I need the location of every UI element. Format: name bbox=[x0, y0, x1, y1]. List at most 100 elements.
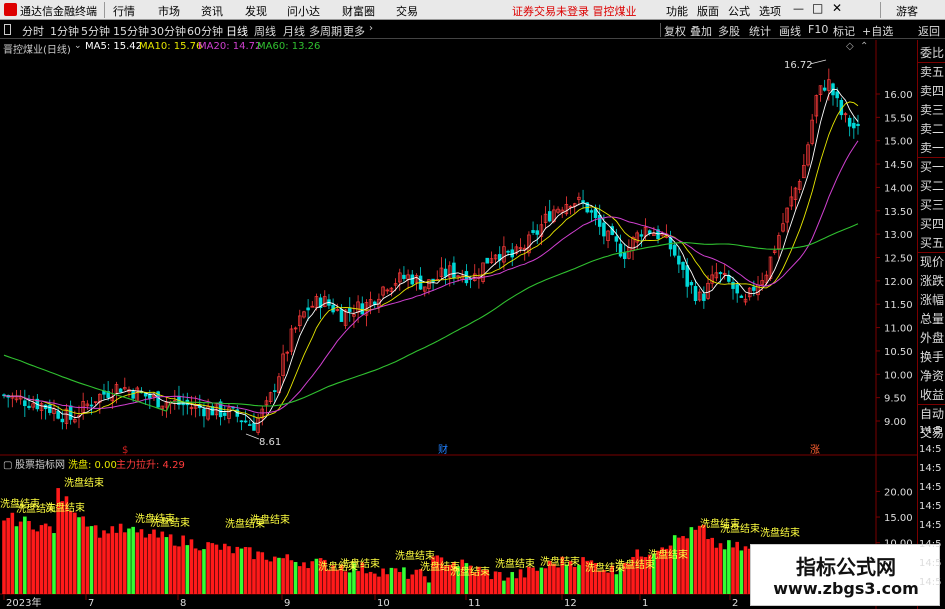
indicator-bar bbox=[93, 525, 98, 594]
candle bbox=[677, 255, 681, 265]
btn-adjust[interactable]: 复权 bbox=[664, 23, 686, 39]
time-axis-label: 1 bbox=[642, 598, 648, 609]
indicator-bar bbox=[597, 571, 602, 594]
indicator-bar bbox=[722, 549, 727, 594]
maximize-icon[interactable]: □ bbox=[812, 1, 823, 15]
minimize-icon[interactable]: — bbox=[793, 2, 804, 15]
menu-functions[interactable]: 功能 bbox=[666, 3, 688, 19]
tf-15min[interactable]: 15分钟 bbox=[113, 23, 149, 39]
btn-add-watchlist[interactable]: +自选 bbox=[862, 23, 893, 39]
indicator-bar bbox=[410, 574, 415, 594]
indicator-bar bbox=[514, 578, 519, 594]
indicator-bar bbox=[48, 526, 52, 594]
indicator-bar bbox=[268, 561, 273, 594]
indicator-bar bbox=[189, 539, 194, 594]
candle bbox=[685, 265, 689, 287]
indicator-bar bbox=[306, 568, 310, 594]
menu-wealth[interactable]: 财富圈 bbox=[342, 3, 375, 19]
login-warning[interactable]: 证券交易未登录 冒控煤业 bbox=[512, 3, 637, 19]
menu-news[interactable]: 资讯 bbox=[201, 3, 223, 19]
event-marker-1[interactable]: $ bbox=[122, 445, 128, 456]
tf-1min[interactable]: 1分钟 bbox=[50, 23, 79, 39]
chevron-right-icon[interactable]: › bbox=[369, 23, 373, 34]
ma5-line bbox=[3, 88, 859, 424]
btn-f10[interactable]: F10 bbox=[808, 23, 828, 36]
indicator-bar bbox=[393, 568, 398, 594]
indicator-bar bbox=[256, 551, 260, 594]
indicator-bar bbox=[327, 569, 331, 594]
event-marker-finance[interactable]: 财 bbox=[438, 443, 448, 456]
candle bbox=[535, 230, 539, 235]
indicator-bar bbox=[706, 539, 710, 594]
quote-field-label: 买二 bbox=[920, 179, 945, 193]
indicator-bar bbox=[289, 560, 294, 594]
indicator-bar bbox=[110, 526, 115, 594]
btn-multi-stock[interactable]: 多股 bbox=[718, 23, 740, 39]
quote-field-label: 卖四 bbox=[920, 84, 945, 98]
candle bbox=[597, 214, 602, 227]
tf-daily[interactable]: 日线 bbox=[226, 23, 248, 39]
app-logo-icon bbox=[4, 3, 17, 16]
btn-back[interactable]: 返回 bbox=[918, 23, 940, 39]
menu-trade[interactable]: 交易 bbox=[396, 3, 418, 19]
price-tick-label: 15.50 bbox=[884, 113, 913, 124]
btn-stats[interactable]: 统计 bbox=[749, 23, 771, 39]
menu-layout[interactable]: 版面 bbox=[697, 3, 719, 19]
quote-field-label[interactable]: 自动 bbox=[920, 405, 944, 422]
indicator-bar bbox=[543, 568, 548, 594]
indicator-bar bbox=[497, 572, 502, 594]
candle bbox=[689, 282, 694, 286]
tf-more[interactable]: 更多 bbox=[343, 23, 365, 39]
trade-time: 14:5 bbox=[919, 558, 942, 569]
price-tick-label: 15.00 bbox=[884, 137, 913, 148]
menu-formula[interactable]: 公式 bbox=[728, 3, 750, 19]
indicator-bar bbox=[356, 571, 360, 594]
indicator-bar bbox=[27, 521, 31, 594]
menu-quotes[interactable]: 行情 bbox=[113, 3, 135, 19]
tf-60min[interactable]: 60分钟 bbox=[187, 23, 223, 39]
indicator-bar bbox=[402, 567, 406, 594]
moving-average-lines bbox=[3, 88, 859, 424]
tf-monthly[interactable]: 月线 bbox=[283, 23, 305, 39]
indicator-bar bbox=[202, 549, 206, 594]
menu-market[interactable]: 市场 bbox=[158, 3, 180, 19]
wash-end-label: 洗盘结束 bbox=[450, 565, 490, 578]
indicator-name-icon[interactable]: ▢ bbox=[3, 460, 12, 471]
wash-end-label: 洗盘结束 bbox=[150, 516, 190, 529]
indicator-bar bbox=[385, 574, 390, 594]
high-price-label: 16.72 bbox=[784, 60, 813, 71]
indicator-bar bbox=[252, 559, 256, 594]
menu-ask[interactable]: 问小达 bbox=[287, 3, 320, 19]
menu-options[interactable]: 选项 bbox=[759, 3, 781, 19]
indicator-bars bbox=[2, 488, 860, 594]
tf-multi-period[interactable]: 多周期 bbox=[309, 23, 342, 39]
indicator-bar bbox=[743, 546, 748, 594]
btn-draw[interactable]: 画线 bbox=[779, 23, 801, 39]
indicator-bar bbox=[239, 548, 244, 594]
indicator-bar bbox=[81, 516, 85, 594]
btn-overlay[interactable]: 叠加 bbox=[690, 23, 712, 39]
candle bbox=[443, 268, 448, 277]
watermark-logo: 指标公式网 www.zbgs3.com bbox=[750, 544, 940, 606]
user-guest[interactable]: 游客 bbox=[896, 3, 918, 19]
indicator-bar bbox=[493, 571, 498, 594]
quote-field-label: 净资 bbox=[920, 369, 945, 383]
candle bbox=[118, 388, 123, 393]
indicator-bar bbox=[60, 501, 65, 594]
tf-timeshare[interactable]: 分时 bbox=[22, 23, 44, 39]
quote-field-label: 换手 bbox=[920, 350, 945, 364]
trade-time: 14:5 bbox=[919, 444, 942, 455]
tf-5min[interactable]: 5分钟 bbox=[81, 23, 110, 39]
candle bbox=[531, 230, 535, 233]
quote-field-label: 委比 bbox=[920, 46, 945, 60]
close-icon[interactable]: ✕ bbox=[832, 1, 842, 15]
event-marker-rise[interactable]: 涨 bbox=[810, 444, 820, 456]
price-tick-label: 16.00 bbox=[884, 90, 913, 101]
tf-weekly[interactable]: 周线 bbox=[254, 23, 276, 39]
indicator-bar bbox=[427, 582, 431, 594]
menu-discover[interactable]: 发现 bbox=[245, 3, 267, 19]
tf-30min[interactable]: 30分钟 bbox=[150, 23, 186, 39]
candle bbox=[835, 91, 839, 99]
indicator-bar bbox=[710, 537, 714, 594]
btn-mark[interactable]: 标记 bbox=[833, 23, 855, 39]
